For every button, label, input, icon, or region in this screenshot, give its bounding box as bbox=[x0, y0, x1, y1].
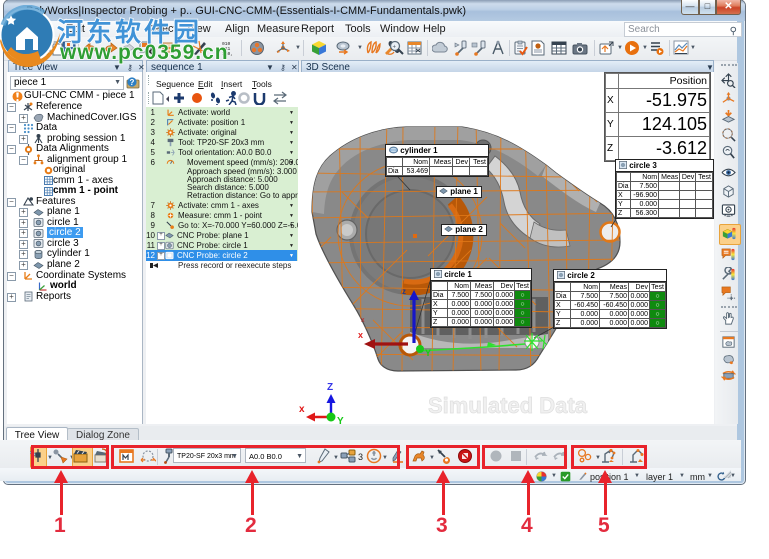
svg-text:Y: Y bbox=[337, 416, 344, 424]
svg-text:x: x bbox=[299, 404, 305, 415]
svg-text:+: + bbox=[393, 45, 397, 51]
svg-text:Simulated Data: Simulated Data bbox=[428, 393, 588, 418]
svg-text:x: x bbox=[361, 317, 365, 324]
svg-text:x: x bbox=[358, 330, 363, 340]
svg-text:z: z bbox=[402, 287, 406, 296]
svg-text:?: ? bbox=[130, 78, 135, 87]
svg-text:Z: Z bbox=[327, 382, 333, 393]
svg-text:Y: Y bbox=[425, 348, 431, 358]
